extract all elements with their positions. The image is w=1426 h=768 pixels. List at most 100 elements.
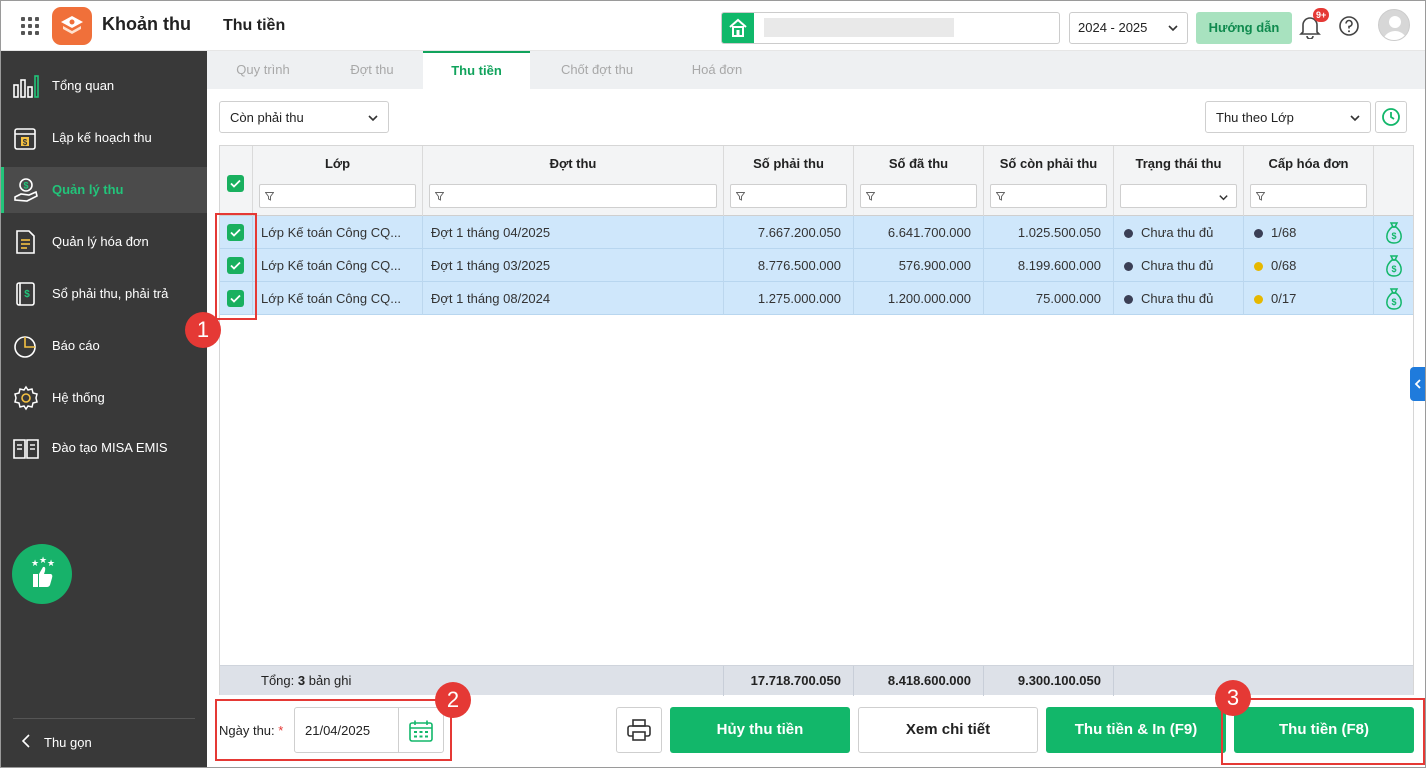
sidebar-item-quan-ly-thu[interactable]: $ Quản lý thu [1,167,207,213]
cell-so-con-phai-thu: 75.000.000 [984,282,1114,315]
school-year-select[interactable]: 2024 - 2025 [1069,12,1188,44]
pie-chart-icon [14,336,36,358]
printer-icon [627,719,651,741]
filter-so-phai-thu-input[interactable] [730,184,847,208]
sidebar-item-bao-cao[interactable]: Báo cáo [1,323,207,369]
footer-total-label: Tổng: 3 bản ghi [220,666,724,696]
help-icon[interactable] [1338,15,1360,37]
print-button[interactable] [616,707,662,753]
table-row[interactable]: Lớp Kế toán Công CQ... Đợt 1 tháng 03/20… [220,249,1413,282]
chevron-down-icon [1350,115,1360,122]
sidebar-item-he-thong[interactable]: Hệ thống [1,375,207,421]
column-header-so-da-thu: Số đã thu [888,156,949,171]
collapse-label: Thu gọn [44,735,92,750]
bar-chart-icon [13,75,39,98]
side-panel-toggle[interactable] [1410,367,1425,401]
cell-action: $ [1374,249,1413,282]
table-row[interactable]: Lớp Kế toán Công CQ... Đợt 1 tháng 08/20… [220,282,1413,315]
status-text: Chưa thu đủ [1141,258,1214,273]
money-bag-icon[interactable]: $ [1385,222,1403,244]
svg-text:$: $ [24,289,30,300]
filter-trang-thai-select[interactable] [1120,184,1237,208]
school-year-value: 2024 - 2025 [1078,20,1148,35]
invoice-count: 0/68 [1271,258,1297,273]
filter-so-con-phai-thu-input[interactable] [990,184,1107,208]
cell-action: $ [1374,282,1413,315]
svg-text:$: $ [1391,297,1396,307]
page-title: Thu tiền [223,17,286,34]
app-grid-icon[interactable] [21,17,39,35]
group-by-select[interactable]: Thu theo Lớp [1205,101,1371,133]
cell-cap-hoa-don: 1/68 [1244,216,1374,249]
feedback-thumbs-up-button[interactable]: ★ ★ ★ [12,544,72,604]
school-selector[interactable] [721,12,1060,44]
cell-lop: Lớp Kế toán Công CQ... [253,249,423,282]
svg-text:★: ★ [39,556,47,566]
status-dot [1124,229,1133,238]
view-details-button[interactable]: Xem chi tiết [858,707,1038,753]
invoice-dot [1254,295,1263,304]
filter-icon [996,192,1005,201]
sidebar-item-tong-quan[interactable]: Tổng quan [1,63,207,109]
user-avatar[interactable] [1378,9,1410,41]
cell-so-phai-thu: 7.667.200.050 [724,216,854,249]
sidebar-divider [13,718,195,719]
tab-hoa-don[interactable]: Hoá đơn [677,51,757,89]
collapse-sidebar-button[interactable]: Thu gọn [21,734,92,751]
status-text: Chưa thu đủ [1141,291,1214,306]
money-bag-icon[interactable]: $ [1385,255,1403,277]
history-button[interactable] [1375,101,1407,133]
chevron-down-icon [368,115,378,122]
ledger-icon: $ [16,282,35,306]
header-trang-thai-thu: Trạng thái thu [1114,146,1244,216]
annotation-number-1: 1 [185,312,221,348]
footer-suffix: bản ghi [308,673,352,688]
tab-thu-tien[interactable]: Thu tiền [423,51,530,89]
status-filter-select[interactable]: Còn phải thu [219,101,389,133]
money-bag-icon[interactable]: $ [1385,288,1403,310]
clock-icon [1382,108,1400,126]
svg-text:$: $ [1391,264,1396,274]
tab-chot-dot-thu[interactable]: Chốt đợt thu [547,51,647,89]
svg-text:$: $ [1391,231,1396,241]
tab-dot-thu[interactable]: Đợt thu [333,51,411,89]
cancel-collection-button[interactable]: Hủy thu tiền [670,707,850,753]
header-so-da-thu: Số đã thu [854,146,984,216]
select-all-checkbox[interactable] [227,175,244,192]
header-cap-hoa-don: Cấp hóa đơn [1244,146,1374,216]
table-row[interactable]: Lớp Kế toán Công CQ... Đợt 1 tháng 04/20… [220,216,1413,249]
status-dot [1124,262,1133,271]
guide-button[interactable]: Hướng dẫn [1196,12,1292,44]
svg-text:$: $ [23,181,28,191]
filter-dot-thu-input[interactable] [429,184,717,208]
sidebar-item-lap-ke-hoach-thu[interactable]: $ Lập kế hoạch thu [1,115,207,161]
chevron-down-icon [1219,195,1228,201]
column-header-dot-thu: Đợt thu [549,156,597,171]
filter-lop-input[interactable] [259,184,416,208]
header-so-con-phai-thu: Số còn phải thu [984,146,1114,216]
invoice-count: 1/68 [1271,225,1297,240]
tab-quy-trinh[interactable]: Quy trình [223,51,303,89]
document-icon [16,230,35,254]
filter-cap-hoa-don-input[interactable] [1250,184,1367,208]
filter-so-da-thu-input[interactable] [860,184,977,208]
thumbs-up-icon: ★ ★ ★ [31,556,55,587]
sidebar: Tổng quan $ Lập kế hoạch thu $ Quản lý t… [1,51,207,767]
cell-cap-hoa-don: 0/17 [1244,282,1374,315]
cell-so-phai-thu: 1.275.000.000 [724,282,854,315]
chevron-down-icon [1168,25,1178,32]
sidebar-item-dao-tao[interactable]: Đào tạo MISA EMIS [1,425,207,471]
collect-and-print-button[interactable]: Thu tiền & In (F9) [1046,707,1226,753]
cell-so-con-phai-thu: 1.025.500.050 [984,216,1114,249]
table-header: Lớp Đợt thu Số phải thu Số đã thu Số còn… [220,146,1413,216]
footer-so-con-phai-thu: 9.300.100.050 [984,666,1114,696]
sidebar-item-so-phai-thu[interactable]: $ Sổ phải thu, phải trả [1,271,207,317]
sidebar-item-label: Lập kế hoạch thu [52,130,152,145]
school-name-redacted [764,18,954,37]
chevron-left-icon [21,734,30,748]
cell-so-da-thu: 1.200.000.000 [854,282,984,315]
gear-icon [14,385,38,411]
cell-so-da-thu: 6.641.700.000 [854,216,984,249]
svg-text:★: ★ [47,559,55,569]
sidebar-item-quan-ly-hoa-don[interactable]: Quản lý hóa đơn [1,219,207,265]
